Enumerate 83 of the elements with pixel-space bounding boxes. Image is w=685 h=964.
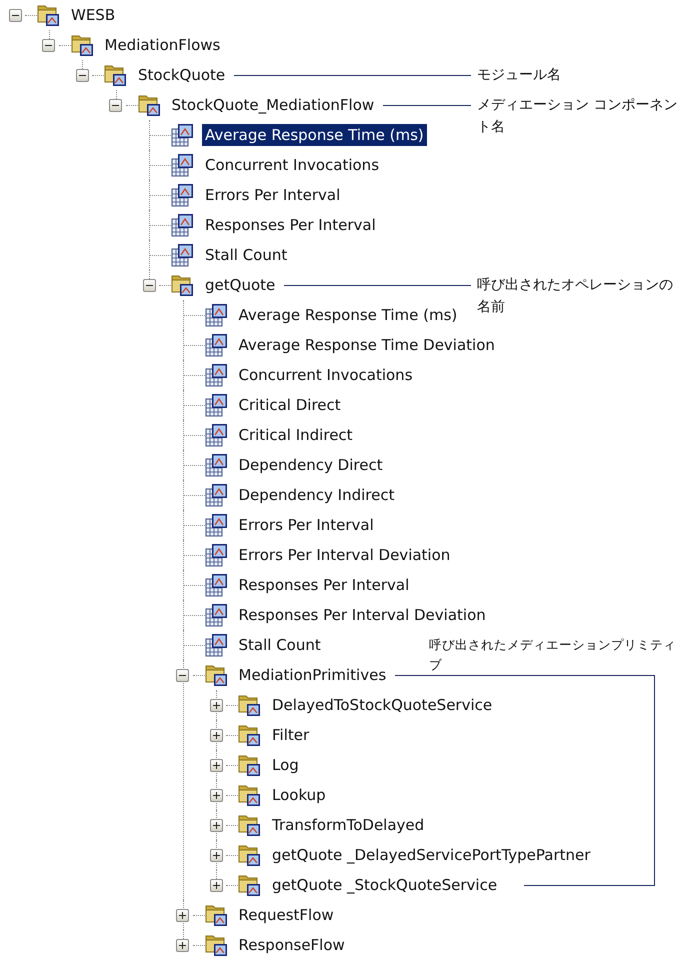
chart-grid-icon: [204, 513, 228, 537]
collapse-toggle[interactable]: [109, 98, 122, 112]
folder-icon: [238, 783, 261, 807]
expand-toggle[interactable]: [210, 818, 222, 832]
tree-item[interactable]: Stall Count: [202, 244, 290, 266]
chart-grid-icon: [204, 363, 228, 387]
collapse-toggle[interactable]: [176, 668, 189, 682]
chart-grid-icon: [204, 543, 228, 567]
tree-item[interactable]: Average Response Time (ms): [236, 304, 460, 326]
chart-grid-icon: [204, 423, 228, 447]
tree-item[interactable]: Responses Per Interval Deviation: [236, 604, 489, 626]
tree-item[interactable]: ResponseFlow: [236, 934, 348, 956]
tree-item[interactable]: Average Response Time (ms): [202, 124, 427, 146]
chart-grid-icon: [171, 183, 194, 207]
folder-icon: [238, 693, 261, 717]
chart-grid-icon: [204, 603, 228, 627]
chart-grid-icon: [171, 123, 194, 147]
tree-item[interactable]: StockQuote: [135, 64, 228, 86]
chart-grid-icon: [204, 303, 228, 327]
folder-icon: [238, 873, 261, 897]
expand-toggle[interactable]: [176, 908, 189, 922]
tree-item[interactable]: MediationFlows: [102, 34, 224, 56]
tree-item[interactable]: Responses Per Interval: [236, 574, 412, 596]
callout-text: 呼び出されたオペレーションの名前: [477, 276, 674, 317]
tree-item[interactable]: Average Response Time Deviation: [236, 334, 498, 356]
tree-item[interactable]: getQuote: [202, 274, 278, 296]
tree-item[interactable]: Concurrent Invocations: [202, 154, 382, 176]
tree-item[interactable]: StockQuote_MediationFlow: [168, 94, 378, 116]
expand-toggle[interactable]: [176, 938, 189, 952]
callout-text: モジュール名: [477, 66, 562, 85]
folder-icon: [238, 843, 261, 867]
tree-item[interactable]: RequestFlow: [236, 904, 337, 926]
tree-item[interactable]: Responses Per Interval: [202, 214, 379, 236]
tree-item[interactable]: Lookup: [269, 784, 329, 806]
folder-icon: [104, 63, 127, 87]
chart-grid-icon: [204, 393, 228, 417]
tree-item[interactable]: Log: [269, 754, 302, 776]
chart-grid-icon: [204, 573, 228, 597]
expand-toggle[interactable]: [210, 788, 222, 802]
tree-item[interactable]: DelayedToStockQuoteService: [269, 694, 496, 716]
chart-grid-icon: [204, 483, 228, 507]
tree-item[interactable]: MediationPrimitives: [236, 664, 390, 686]
tree-item[interactable]: Critical Direct: [236, 394, 344, 416]
tree-item[interactable]: Errors Per Interval: [202, 184, 344, 206]
chart-grid-icon: [171, 243, 194, 267]
tree-item[interactable]: getQuote _StockQuoteService: [269, 874, 500, 896]
folder-icon: [204, 933, 228, 957]
collapse-toggle[interactable]: [76, 68, 88, 82]
callout-text: 呼び出されたメディエーションプリミティブ: [429, 636, 677, 674]
chart-grid-icon: [171, 153, 194, 177]
tree-item[interactable]: Dependency Direct: [236, 454, 386, 476]
expand-toggle[interactable]: [210, 848, 222, 862]
tree-item[interactable]: TransformToDelayed: [269, 814, 428, 836]
tree-item[interactable]: Errors Per Interval: [236, 514, 377, 536]
folder-icon: [204, 663, 228, 687]
tree-item[interactable]: Concurrent Invocations: [236, 364, 416, 386]
folder-icon: [204, 903, 228, 927]
callout-text: メディエーション コンポーネント名: [477, 96, 678, 137]
folder-icon: [238, 753, 261, 777]
tree-item[interactable]: Errors Per Interval Deviation: [236, 544, 454, 566]
tree-item[interactable]: Dependency Indirect: [236, 484, 398, 506]
expand-toggle[interactable]: [210, 758, 222, 772]
tree-item[interactable]: Filter: [269, 724, 312, 746]
folder-icon: [138, 93, 160, 117]
expand-toggle[interactable]: [210, 728, 222, 742]
tree-item[interactable]: Critical Indirect: [236, 424, 356, 446]
collapse-toggle[interactable]: [142, 278, 156, 292]
folder-icon: [238, 723, 261, 747]
expand-toggle[interactable]: [210, 698, 222, 712]
expand-toggle[interactable]: [210, 878, 222, 892]
tree-item[interactable]: WESB: [68, 4, 118, 26]
folder-icon: [171, 273, 194, 297]
tree-item[interactable]: getQuote _DelayedServicePortTypePartner: [269, 844, 594, 866]
chart-grid-icon: [171, 213, 194, 237]
collapse-toggle[interactable]: [42, 38, 55, 52]
tree-item[interactable]: Stall Count: [236, 634, 324, 656]
collapse-toggle[interactable]: [8, 8, 22, 22]
chart-grid-icon: [204, 333, 228, 357]
folder-icon: [37, 3, 60, 27]
chart-grid-icon: [204, 633, 228, 657]
folder-icon: [70, 33, 94, 57]
folder-icon: [238, 813, 261, 837]
chart-grid-icon: [204, 453, 228, 477]
